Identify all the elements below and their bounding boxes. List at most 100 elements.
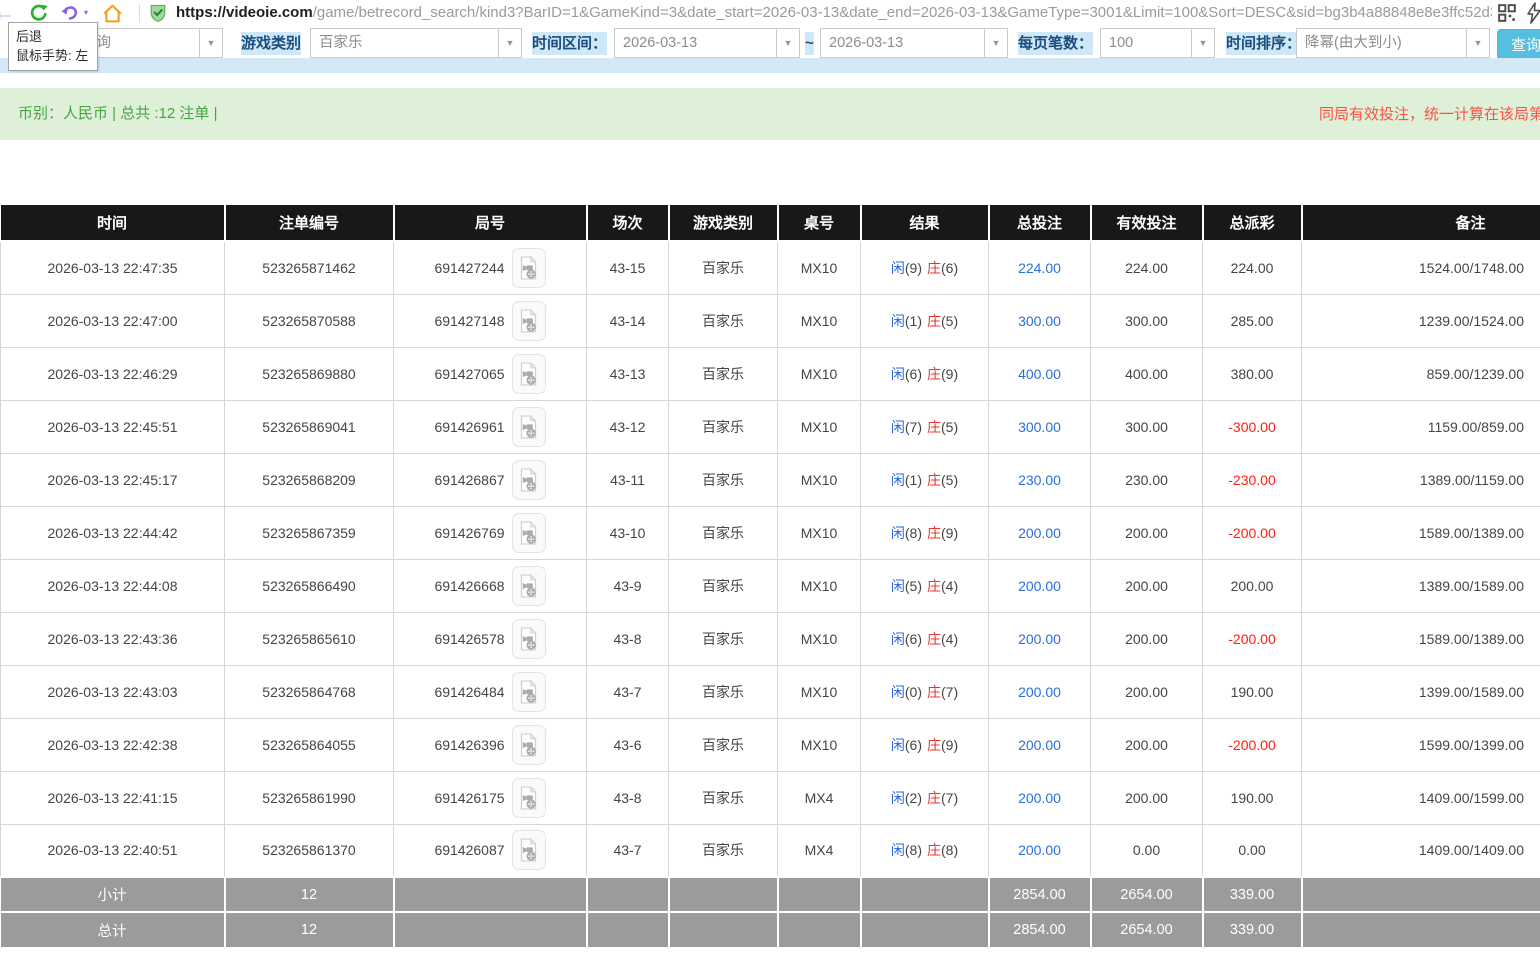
table-row: 2026-03-13 22:44:42 523265867359 6914267… xyxy=(1,506,1540,559)
banker-result-label: 庄 xyxy=(927,578,941,594)
game-type-select[interactable]: 百家乐 ▼ xyxy=(310,28,522,58)
sort-select[interactable]: 降幂(由大到小) ▼ xyxy=(1296,28,1490,58)
round-number: 691426578 xyxy=(434,631,504,647)
back-icon[interactable]: ← xyxy=(0,2,16,24)
grand-total-empty-cell xyxy=(1302,912,1540,947)
video-replay-button[interactable] xyxy=(512,301,546,341)
subtotal-label: 小计 xyxy=(1,877,225,912)
table-row: 2026-03-13 22:42:38 523265864055 6914263… xyxy=(1,718,1540,771)
video-replay-button[interactable] xyxy=(512,407,546,447)
video-replay-button[interactable] xyxy=(512,460,546,500)
cell-session: 43-6 xyxy=(587,718,669,771)
banker-result-label: 庄 xyxy=(927,737,941,753)
page-size-select[interactable]: 100 ▼ xyxy=(1100,28,1215,58)
banker-result-label: 庄 xyxy=(927,260,941,276)
home-icon[interactable] xyxy=(100,2,124,24)
table-row: 2026-03-13 22:43:03 523265864768 6914264… xyxy=(1,665,1540,718)
video-replay-button[interactable] xyxy=(512,513,546,553)
banker-result-label: 庄 xyxy=(927,472,941,488)
banker-result-label: 庄 xyxy=(927,366,941,382)
grand-total-valid-bet: 2654.00 xyxy=(1091,912,1203,947)
video-replay-button[interactable] xyxy=(512,619,546,659)
video-replay-button[interactable] xyxy=(512,354,546,394)
cell-game-type: 百家乐 xyxy=(669,347,778,400)
player-result-label: 闲 xyxy=(891,790,905,806)
game-type-value: 百家乐 xyxy=(311,29,498,57)
lightning-icon[interactable] xyxy=(1527,2,1540,24)
date-end-select[interactable]: 2026-03-13 ▼ xyxy=(820,28,1008,58)
video-replay-button[interactable] xyxy=(512,672,546,712)
cell-time: 2026-03-13 22:45:51 xyxy=(1,400,225,453)
url-domain: https://videoie.com xyxy=(176,4,313,21)
cell-valid-bet: 400.00 xyxy=(1091,347,1203,400)
cell-round: 691426769 xyxy=(394,506,587,559)
total-bet-link[interactable]: 200.00 xyxy=(1018,578,1061,594)
sort-label: 时间排序： xyxy=(1226,32,1301,55)
cell-result: 闲(6)庄(4) xyxy=(861,612,989,665)
filter-bar: 日期查询 ▼ 游戏类别 百家乐 ▼ 时间区间： 2026-03-13 ▼ ~ 2… xyxy=(0,27,1540,58)
video-replay-button[interactable] xyxy=(512,778,546,818)
video-replay-button[interactable] xyxy=(512,725,546,765)
cell-table-no: MX10 xyxy=(778,612,861,665)
qr-code-icon[interactable] xyxy=(1498,4,1516,22)
date-start-select[interactable]: 2026-03-13 ▼ xyxy=(614,28,800,58)
cell-remark: 1599.00/1399.00 xyxy=(1302,718,1540,771)
video-replay-button[interactable] xyxy=(512,248,546,288)
banker-result-label: 庄 xyxy=(927,419,941,435)
cell-payout: 224.00 xyxy=(1203,241,1302,294)
total-bet-link[interactable]: 230.00 xyxy=(1018,472,1061,488)
valid-bet-notice: 同局有效投注，统一计算在该局第 xyxy=(1319,88,1540,140)
total-bet-link[interactable]: 224.00 xyxy=(1018,260,1061,276)
cell-bet-id: 523265869041 xyxy=(225,400,394,453)
cell-total-bet: 400.00 xyxy=(989,347,1091,400)
search-button[interactable]: 查询 xyxy=(1497,29,1540,60)
video-replay-button[interactable] xyxy=(512,830,546,870)
total-bet-link[interactable]: 300.00 xyxy=(1018,419,1061,435)
banker-result-label: 庄 xyxy=(927,525,941,541)
cell-total-bet: 230.00 xyxy=(989,453,1091,506)
shield-safe-icon[interactable] xyxy=(148,3,168,23)
page-size-label: 每页笔数： xyxy=(1018,32,1093,55)
banker-points: (8) xyxy=(941,842,958,858)
player-points: (7) xyxy=(905,419,922,435)
cell-bet-id: 523265871462 xyxy=(225,241,394,294)
video-file-icon xyxy=(518,626,539,652)
total-bet-link[interactable]: 200.00 xyxy=(1018,525,1061,541)
cell-remark: 1239.00/1524.00 xyxy=(1302,294,1540,347)
cell-valid-bet: 300.00 xyxy=(1091,400,1203,453)
player-points: (6) xyxy=(905,631,922,647)
total-bet-link[interactable]: 200.00 xyxy=(1018,737,1061,753)
banker-points: (6) xyxy=(941,260,958,276)
total-bet-link[interactable]: 200.00 xyxy=(1018,684,1061,700)
cell-table-no: MX10 xyxy=(778,718,861,771)
cell-table-no: MX10 xyxy=(778,453,861,506)
player-result-label: 闲 xyxy=(891,313,905,329)
cell-remark: 1524.00/1748.00 xyxy=(1302,241,1540,294)
video-replay-button[interactable] xyxy=(512,566,546,606)
round-number: 691426087 xyxy=(434,842,504,858)
undo-icon[interactable] xyxy=(58,2,82,24)
cell-bet-id: 523265868209 xyxy=(225,453,394,506)
cell-valid-bet: 230.00 xyxy=(1091,453,1203,506)
video-file-icon xyxy=(518,520,539,546)
banker-result-label: 庄 xyxy=(927,313,941,329)
cell-bet-id: 523265865610 xyxy=(225,612,394,665)
cell-total-bet: 200.00 xyxy=(989,612,1091,665)
cell-total-bet: 200.00 xyxy=(989,718,1091,771)
total-bet-link[interactable]: 200.00 xyxy=(1018,631,1061,647)
total-bet-link[interactable]: 200.00 xyxy=(1018,842,1061,858)
table-row: 2026-03-13 22:47:35 523265871462 6914272… xyxy=(1,241,1540,294)
refresh-icon[interactable] xyxy=(27,2,51,24)
undo-dropdown-caret[interactable]: ▾ xyxy=(84,8,88,17)
player-result-label: 闲 xyxy=(891,578,905,594)
bet-record-table: 时间 注单编号 局号 场次 游戏类别 桌号 结果 总投注 有效投注 总派彩 备注… xyxy=(0,205,1540,947)
total-bet-link[interactable]: 300.00 xyxy=(1018,313,1061,329)
video-file-icon xyxy=(518,308,539,334)
cell-round: 691426484 xyxy=(394,665,587,718)
cell-session: 43-15 xyxy=(587,241,669,294)
total-bet-link[interactable]: 200.00 xyxy=(1018,790,1061,806)
address-bar[interactable]: https://videoie.com/game/betrecord_searc… xyxy=(176,3,1492,23)
total-bet-link[interactable]: 400.00 xyxy=(1018,366,1061,382)
date-end-value: 2026-03-13 xyxy=(821,29,984,57)
cell-round: 691426175 xyxy=(394,771,587,824)
